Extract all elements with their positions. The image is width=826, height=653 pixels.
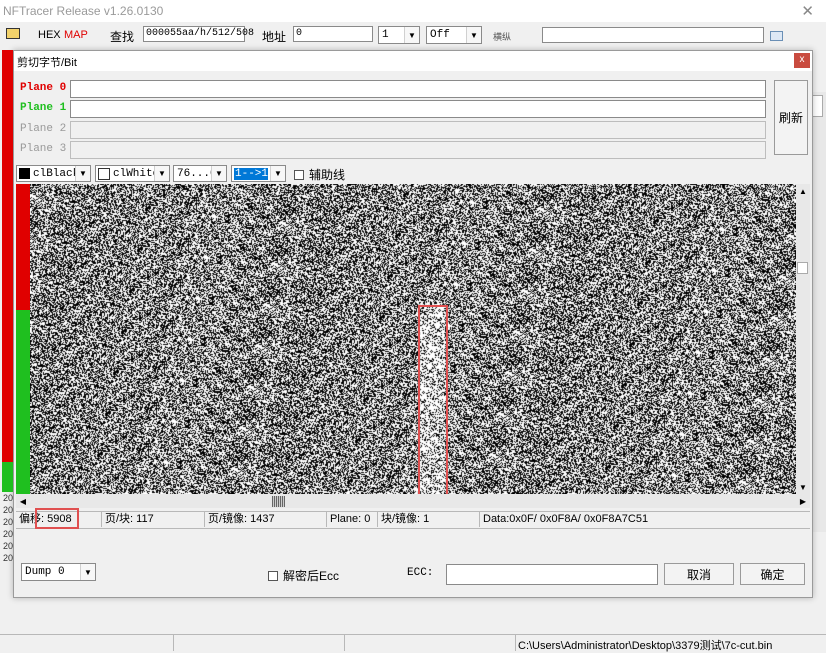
bg-color-select[interactable]: clWhite▼ (95, 165, 170, 182)
refresh-button[interactable]: 刷新 (774, 80, 808, 155)
close-icon: x (799, 54, 805, 65)
main-toolbar: HEX MAP 查找 000055aa/h/512/508 地址 0 1 ▼ Of… (0, 22, 826, 50)
mode-input[interactable] (542, 27, 764, 43)
white-swatch-icon (98, 167, 110, 180)
off-select[interactable]: Off ▼ (426, 26, 482, 44)
offset-highlight-box (35, 508, 79, 529)
address-input[interactable]: 0 (293, 26, 373, 42)
dialog-status-bar: 偏移: 5908 页/块: 117 页/镜像: 1437 Plane: 0 块/… (16, 511, 810, 529)
open-folder-icon[interactable] (6, 28, 20, 39)
hscroll-thumb[interactable] (272, 496, 285, 507)
plane-0-label: Plane 0 (20, 82, 67, 94)
status-segment (0, 635, 174, 651)
search-label: 查找 (110, 30, 135, 44)
off-value: Off (430, 29, 450, 41)
direction-select[interactable]: 1-->1 ▼ (231, 165, 286, 182)
vscroll-thumb[interactable] (797, 262, 808, 274)
left-indicator-strip-bottom (2, 462, 13, 492)
address-label: 地址 (262, 30, 287, 44)
chevron-down-icon[interactable]: ▼ (270, 166, 285, 181)
main-scroll-thumb[interactable] (812, 95, 823, 117)
cancel-button[interactable]: 取消 (664, 563, 734, 585)
chevron-down-icon[interactable]: ▼ (80, 564, 95, 580)
plane-2-input (70, 121, 766, 139)
chevron-down-icon[interactable]: ▼ (211, 166, 226, 181)
dialog-title: 剪切字节/Bit (17, 57, 77, 69)
main-scrollbar[interactable] (811, 92, 826, 532)
plane-1-label: Plane 1 (20, 102, 67, 114)
decrypt-ecc-checkbox[interactable] (268, 570, 278, 581)
bit-order-select[interactable]: 76...0▼ (173, 165, 227, 182)
plane-3-input (70, 141, 766, 159)
plane-row-3: Plane 3 (16, 141, 768, 159)
mode-label: 横纵 (493, 32, 512, 42)
folder-icon[interactable] (770, 31, 783, 41)
plane-row-1: Plane 1 (16, 100, 768, 118)
black-swatch-icon (19, 168, 30, 179)
page-block-cell: 页/块: 117 (102, 512, 205, 527)
chevron-down-icon[interactable]: ▼ (404, 27, 419, 43)
plane-1-input[interactable] (70, 100, 766, 118)
fg-color-select[interactable]: clBlack ▼ (16, 165, 91, 182)
app-title-bar: NFTracer Release v1.26.0130 ✕ (0, 0, 826, 22)
ok-label: 确定 (760, 567, 785, 582)
bitmap-hscrollbar[interactable]: ◀ ▶ (16, 494, 810, 508)
block-mirror-cell: 块/镜像: 1 (378, 512, 480, 527)
scroll-right-icon[interactable]: ▶ (796, 494, 810, 508)
count-value: 1 (382, 29, 389, 41)
ecc-input[interactable] (446, 564, 658, 585)
bg-color-value: clWhite (113, 167, 154, 180)
plane-row-2: Plane 2 (16, 121, 768, 139)
cancel-label: 取消 (686, 567, 711, 582)
scroll-up-icon[interactable]: ▲ (796, 184, 810, 198)
plane-0-input[interactable] (70, 80, 766, 98)
dialog-close-button[interactable]: x (794, 53, 810, 68)
bit-order-value: 76...0 (177, 167, 211, 180)
plane-cell: Plane: 0 (327, 512, 378, 527)
status-segment (174, 635, 345, 651)
left-indicator-strip (2, 50, 13, 490)
data-cell: Data:0x0F/ 0x0F8A/ 0x0F8A7C51 (483, 513, 649, 525)
bitmap-view[interactable] (30, 184, 796, 494)
direction-value: 1-->1 (234, 167, 268, 180)
status-segment (345, 635, 516, 651)
decrypt-ecc-option[interactable]: 解密后Ecc (268, 567, 339, 584)
plane-2-label: Plane 2 (20, 123, 67, 135)
plane-1-strip (16, 310, 30, 494)
refresh-label: 刷新 (778, 111, 803, 125)
plane-row-0: Plane 0 (16, 80, 768, 98)
bitmap-vscrollbar[interactable]: ▲ ▼ (796, 184, 810, 494)
map-tab[interactable]: MAP (64, 29, 88, 41)
close-icon[interactable]: ✕ (801, 2, 814, 20)
hex-tab[interactable]: HEX (38, 29, 61, 41)
ecc-label: ECC: (407, 567, 434, 579)
dialog-title-bar: 剪切字节/Bit x (14, 51, 812, 71)
decrypt-ecc-label: 解密后Ecc (283, 569, 340, 583)
aux-line-option[interactable]: 辅助线 (294, 166, 345, 183)
ok-button[interactable]: 确定 (740, 563, 805, 585)
fg-color-value: clBlack (33, 167, 75, 180)
bit-plane-strip (16, 184, 30, 494)
dump-select[interactable]: Dump 0 ▼ (21, 563, 96, 581)
aux-line-label: 辅助线 (309, 168, 346, 182)
highlight-box (418, 305, 448, 498)
chevron-down-icon[interactable]: ▼ (154, 166, 169, 181)
app-title: NFTracer Release v1.26.0130 (3, 4, 164, 18)
scroll-left-icon[interactable]: ◀ (16, 494, 30, 508)
page-mirror-cell: 页/镜像: 1437 (205, 512, 327, 527)
count-select[interactable]: 1 ▼ (378, 26, 420, 44)
dump-value: Dump 0 (25, 566, 65, 578)
chevron-down-icon[interactable]: ▼ (466, 27, 481, 43)
search-input[interactable]: 000055aa/h/512/508 (143, 26, 254, 42)
app-status-bar: C:\Users\Administrator\Desktop\3379测试\7c… (0, 634, 826, 652)
plane-0-strip (16, 184, 30, 310)
scroll-down-icon[interactable]: ▼ (796, 480, 810, 494)
plane-3-label: Plane 3 (20, 143, 67, 155)
aux-line-checkbox[interactable] (294, 169, 304, 180)
chevron-down-icon[interactable]: ▼ (75, 166, 90, 181)
